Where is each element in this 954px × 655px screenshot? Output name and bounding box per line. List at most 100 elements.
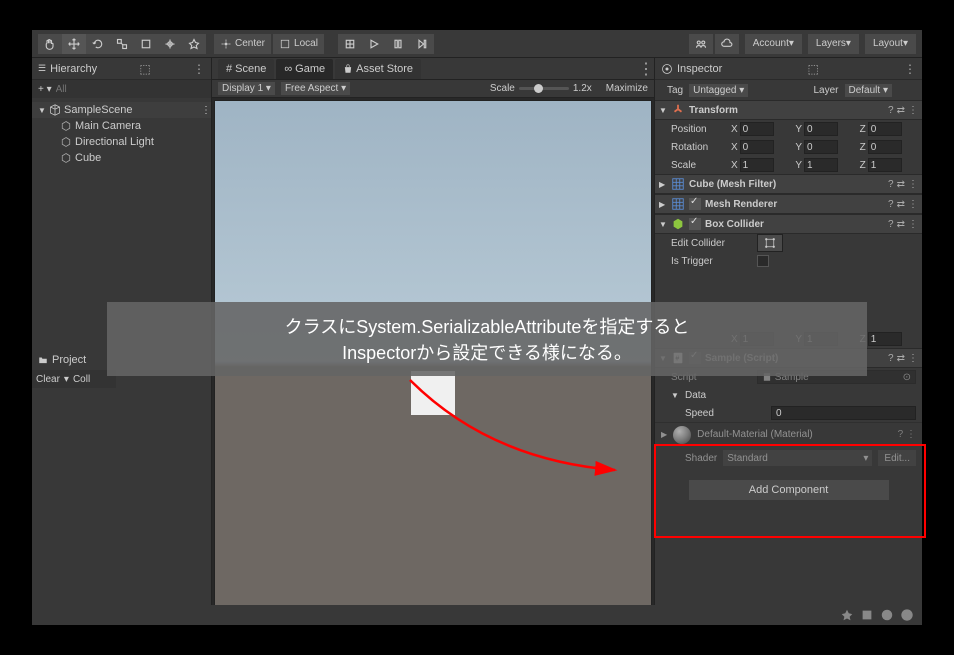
editcollider-label: Edit Collider	[671, 238, 751, 249]
istrigger-label: Is Trigger	[671, 256, 751, 267]
hierarchy-header: ☰ Hierarchy ⬚ ⋮	[32, 58, 211, 80]
rotate-tool[interactable]	[86, 34, 110, 54]
hierarchy-search[interactable]: + ▾	[32, 80, 211, 98]
pos-x[interactable]	[740, 122, 774, 136]
main-toolbar: Center Local Account ▾ Layers ▾ Layout ▾	[32, 30, 922, 58]
rendered-cube	[411, 371, 455, 415]
scl-x[interactable]	[740, 158, 774, 172]
inspector-title: Inspector	[677, 63, 722, 75]
gameobject-icon	[60, 152, 72, 164]
inspector-icon	[661, 63, 673, 75]
scene-name: SampleScene	[64, 104, 133, 116]
pos-z[interactable]	[868, 122, 902, 136]
rect-tool[interactable]	[134, 34, 158, 54]
data-foldout[interactable]: Data	[685, 390, 706, 401]
scene-row[interactable]: ▼ SampleScene ⋮	[32, 102, 211, 118]
display-dropdown[interactable]: Display 1 ▾	[218, 82, 275, 95]
aspect-dropdown[interactable]: Free Aspect ▾	[281, 82, 350, 95]
scale-slider[interactable]	[519, 87, 569, 90]
transform-tool[interactable]	[158, 34, 182, 54]
layout-dropdown[interactable]: Layout ▾	[865, 34, 916, 54]
tag-dropdown[interactable]: Untagged ▾	[689, 84, 748, 97]
collab-button[interactable]	[689, 34, 713, 54]
collider-enabled[interactable]	[689, 218, 701, 230]
gameobject-cube[interactable]: Cube	[32, 150, 211, 166]
rotation-label: Rotation	[671, 142, 729, 153]
folder-icon	[38, 355, 48, 365]
collapse-button[interactable]: Coll	[73, 374, 90, 385]
material-name: Default-Material (Material)	[697, 429, 892, 440]
tag-label: Tag	[667, 85, 683, 96]
scale-tool[interactable]	[110, 34, 134, 54]
mesh-icon	[671, 177, 685, 191]
rotation-mode[interactable]: Local	[273, 34, 324, 54]
shader-edit-button[interactable]: Edit...	[878, 450, 916, 466]
rot-z[interactable]	[868, 140, 902, 154]
gameobject-camera[interactable]: Main Camera	[32, 118, 211, 134]
meshrenderer-component[interactable]: ▶Mesh Renderer?⇄⋮	[655, 194, 922, 214]
speed-label: Speed	[685, 408, 765, 419]
layer-dropdown[interactable]: Default ▾	[845, 84, 893, 97]
status-icon[interactable]	[860, 608, 874, 622]
hand-tool[interactable]	[38, 34, 62, 54]
boxcollider-component[interactable]: ▼Box Collider?⇄⋮	[655, 214, 922, 234]
move-tool[interactable]	[62, 34, 86, 54]
renderer-enabled[interactable]	[689, 198, 701, 210]
account-dropdown[interactable]: Account ▾	[745, 34, 802, 54]
project-panel: Project Clear▾Coll	[32, 350, 116, 388]
scene-tab[interactable]: #Scene	[218, 59, 274, 79]
meshfilter-component[interactable]: ▶Cube (Mesh Filter)?⇄⋮	[655, 174, 922, 194]
hierarchy-lock-icon[interactable]: ⬚	[139, 62, 150, 76]
pos-y[interactable]	[804, 122, 838, 136]
speed-field[interactable]: 0	[771, 406, 916, 420]
status-icon[interactable]	[880, 608, 894, 622]
hierarchy-search-input[interactable]	[56, 84, 205, 95]
inspector-menu-icon[interactable]: ⋮	[904, 62, 916, 76]
istrigger-checkbox[interactable]	[757, 255, 769, 267]
scale-label: Scale	[671, 160, 729, 171]
editcollider-button[interactable]	[757, 234, 783, 252]
play-button[interactable]	[362, 34, 386, 54]
scene-menu[interactable]: ⋮	[201, 105, 211, 116]
scl-z[interactable]	[868, 158, 902, 172]
scale-value: 1.2x	[573, 83, 592, 94]
game-controls: Display 1 ▾ Free Aspect ▾ Scale 1.2x Max…	[212, 80, 654, 98]
inspector-lock-icon[interactable]: ⬚	[807, 62, 818, 76]
assetstore-icon	[343, 64, 353, 74]
collider-icon	[671, 217, 685, 231]
view-menu-icon[interactable]: ⋮	[638, 59, 654, 79]
scale-label: Scale	[490, 83, 515, 94]
add-component-button[interactable]: Add Component	[689, 480, 889, 500]
status-check-icon[interactable]	[900, 608, 914, 622]
pivot-mode[interactable]: Center	[214, 34, 271, 54]
annotation-line1: クラスにSystem.SerializableAttributeを指定すると	[285, 313, 690, 339]
custom-tool[interactable]	[182, 34, 206, 54]
maximize-toggle[interactable]: Maximize	[606, 83, 648, 94]
assetstore-tab[interactable]: Asset Store	[335, 59, 421, 79]
preset-icon[interactable]: ⇄	[897, 105, 905, 116]
scl-y[interactable]	[804, 158, 838, 172]
layers-dropdown[interactable]: Layers ▾	[808, 34, 859, 54]
menu-icon[interactable]: ⋮	[908, 105, 918, 116]
clear-button[interactable]: Clear	[36, 374, 60, 385]
grid-snap[interactable]	[338, 34, 362, 54]
hierarchy-menu-icon[interactable]: ⋮	[193, 62, 205, 76]
transform-component[interactable]: ▼ Transform ?⇄⋮	[655, 100, 922, 120]
size-z[interactable]	[868, 332, 902, 346]
shader-dropdown[interactable]: Standard▾	[723, 450, 872, 466]
step-button[interactable]	[410, 34, 434, 54]
rot-y[interactable]	[804, 140, 838, 154]
game-tab[interactable]: ∞Game	[276, 59, 333, 79]
cloud-button[interactable]	[715, 34, 739, 54]
status-icon[interactable]	[840, 608, 854, 622]
rot-x[interactable]	[740, 140, 774, 154]
inspector-header: Inspector ⬚ ⋮	[655, 58, 922, 80]
material-preview-icon	[673, 426, 691, 444]
pause-button[interactable]	[386, 34, 410, 54]
help-icon[interactable]: ?	[888, 105, 894, 116]
create-dropdown[interactable]: + ▾	[38, 84, 52, 95]
pivot-label: Center	[235, 38, 265, 49]
view-tabs: #Scene ∞Game Asset Store ⋮	[212, 58, 654, 80]
gameobject-light[interactable]: Directional Light	[32, 134, 211, 150]
rotation-label: Local	[294, 38, 318, 49]
